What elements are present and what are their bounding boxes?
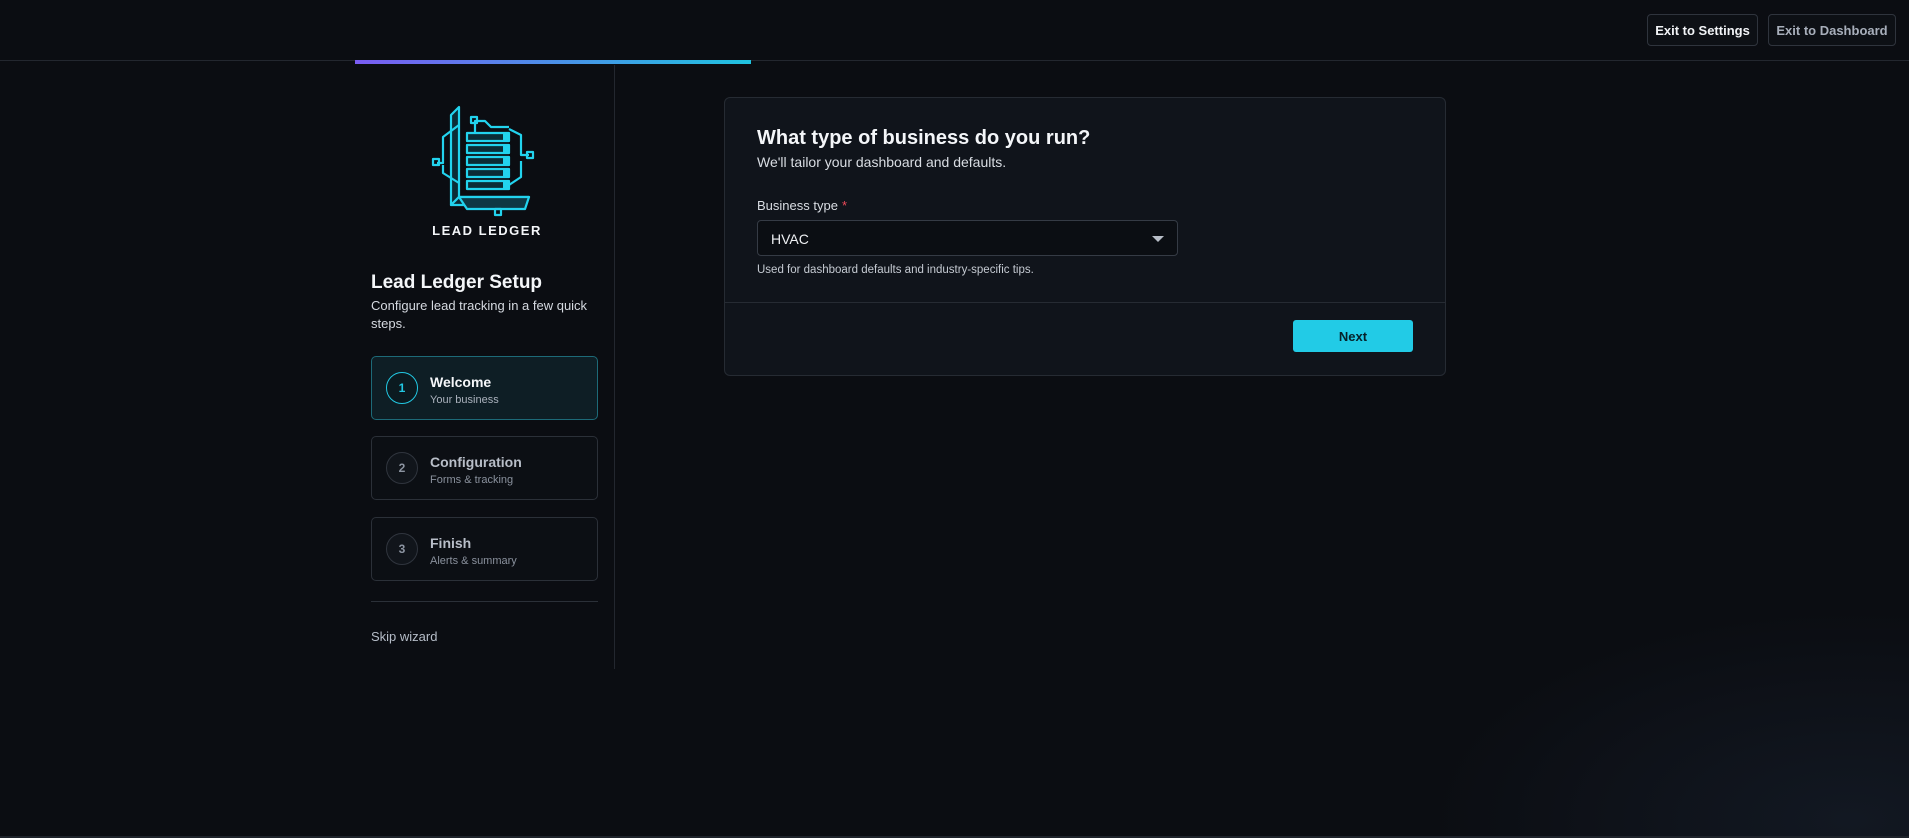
sidebar-divider	[371, 601, 598, 602]
select-value: HVAC	[771, 231, 809, 247]
card-title: What type of business do you run?	[757, 127, 1091, 149]
setup-subtitle: Configure lead tracking in a few quick s…	[371, 298, 588, 331]
required-indicator: *	[841, 198, 847, 213]
card-divider	[725, 302, 1445, 303]
step-number-badge: 1	[386, 372, 418, 404]
step-title: Welcome	[430, 374, 492, 390]
step-finish[interactable]: 3 Finish Alerts & summary	[371, 517, 598, 581]
skip-wizard-link[interactable]: Skip wizard	[371, 629, 437, 644]
step-subtitle: Alerts & summary	[430, 555, 517, 567]
next-button[interactable]: Next	[1293, 320, 1413, 352]
step-configuration[interactable]: 2 Configuration Forms & tracking	[371, 436, 598, 500]
step-title: Finish	[430, 535, 472, 551]
step-number-badge: 3	[386, 533, 418, 565]
business-type-card: What type of business do you run? We'll …	[724, 97, 1446, 376]
setup-title: Lead Ledger Setup	[371, 272, 543, 293]
step-welcome[interactable]: 1 Welcome Your business	[371, 356, 598, 420]
step-subtitle: Your business	[430, 394, 499, 406]
exit-to-dashboard-button[interactable]: Exit to Dashboard	[1768, 14, 1896, 46]
wizard-progress-bar	[355, 60, 751, 64]
lead-ledger-logo-icon	[429, 105, 549, 235]
business-type-help-text: Used for dashboard defaults and industry…	[757, 264, 1034, 276]
step-number-badge: 2	[386, 452, 418, 484]
exit-to-settings-button[interactable]: Exit to Settings	[1647, 14, 1758, 46]
step-subtitle: Forms & tracking	[430, 474, 514, 486]
chevron-down-icon	[1152, 236, 1164, 242]
business-type-select[interactable]: HVAC	[757, 220, 1178, 256]
field-label-text: Business type	[757, 198, 838, 213]
business-type-label: Business type *	[757, 198, 847, 213]
step-title: Configuration	[430, 454, 522, 470]
logo-wordmark: LEAD LEDGER	[432, 223, 542, 238]
card-subtitle: We'll tailor your dashboard and defaults…	[757, 154, 1007, 170]
top-bar: Exit to Settings Exit to Dashboard	[0, 0, 1909, 61]
wizard-sidebar: LEAD LEDGER Lead Ledger Setup Configure …	[355, 65, 615, 669]
